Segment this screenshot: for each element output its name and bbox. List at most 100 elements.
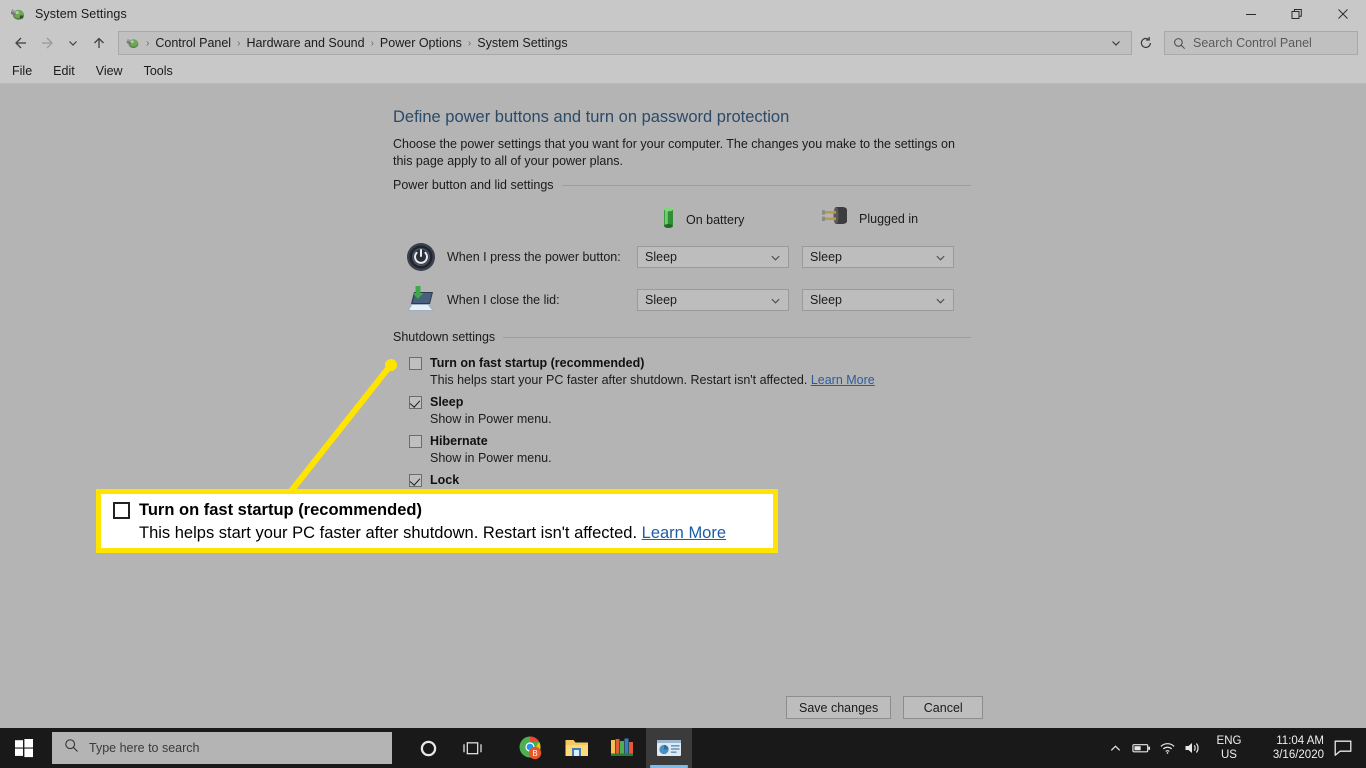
breadcrumb-separator: › <box>467 37 472 49</box>
select-value: Sleep <box>645 250 677 264</box>
page-title: Define power buttons and turn on passwor… <box>393 108 790 126</box>
taskbar: Type here to search B ENG US 11:04 AM 3/… <box>0 728 1366 768</box>
control-panel-icon <box>9 5 27 23</box>
callout-fast-startup-checkbox <box>113 502 130 519</box>
taskbar-search-placeholder: Type here to search <box>89 741 200 755</box>
taskbar-search-input[interactable]: Type here to search <box>52 732 392 764</box>
select-value: Sleep <box>810 250 842 264</box>
breadcrumb-item-control-panel[interactable]: Control Panel <box>151 36 235 50</box>
callout-description-text: This helps start your PC faster after sh… <box>139 524 642 542</box>
group-label: Power button and lid settings <box>393 178 554 192</box>
page-header: Define power buttons and turn on passwor… <box>393 107 973 170</box>
taskbar-app-google-chrome-icon[interactable]: B <box>508 728 554 768</box>
search-placeholder: Search Control Panel <box>1193 36 1312 50</box>
breadcrumb[interactable]: › Control Panel › Hardware and Sound › P… <box>118 31 1132 55</box>
shutdown-settings-list: Turn on fast startup (recommended) This … <box>409 355 979 506</box>
shutdown-item-hibernate: Hibernate Show in Power menu. <box>409 433 979 467</box>
show-hidden-icons-chevron-up-icon[interactable] <box>1102 728 1128 768</box>
setting-row-power-button: When I press the power button: Sleep Sle… <box>405 242 954 272</box>
lock-checkbox[interactable] <box>409 474 422 487</box>
language-line-1: ENG <box>1216 735 1242 747</box>
clock[interactable]: 11:04 AM 3/16/2020 <box>1258 734 1324 762</box>
callout-title: Turn on fast startup (recommended) <box>139 501 422 519</box>
battery-icon <box>660 205 677 234</box>
chevron-down-icon <box>770 295 781 306</box>
language-line-2: US <box>1221 749 1237 761</box>
group-divider <box>561 184 971 186</box>
power-button-plugged-in-select[interactable]: Sleep <box>802 246 954 268</box>
column-on-battery: On battery <box>660 205 744 234</box>
chevron-down-icon <box>935 295 946 306</box>
action-center-icon[interactable] <box>1324 728 1362 768</box>
window-title: System Settings <box>35 7 127 21</box>
address-chevron-down-icon[interactable] <box>1105 37 1127 49</box>
save-changes-button[interactable]: Save changes <box>786 696 892 719</box>
breadcrumb-separator: › <box>370 37 374 49</box>
breadcrumb-item-system-settings[interactable]: System Settings <box>473 36 571 50</box>
select-value: Sleep <box>645 293 677 307</box>
shutdown-item-sleep: Sleep Show in Power menu. <box>409 394 979 428</box>
search-icon <box>1173 37 1186 50</box>
setting-label: When I close the lid: <box>447 293 560 307</box>
checkbox-label[interactable]: Hibernate <box>430 433 488 449</box>
content-area: Define power buttons and turn on passwor… <box>0 85 1366 728</box>
menu-item-tools[interactable]: Tools <box>135 61 182 81</box>
menu-item-edit[interactable]: Edit <box>44 61 84 81</box>
fast-startup-checkbox[interactable] <box>409 357 422 370</box>
learn-more-link[interactable]: Learn More <box>811 373 875 387</box>
back-button[interactable] <box>8 30 34 56</box>
volume-icon[interactable] <box>1180 728 1206 768</box>
power-button-on-battery-select[interactable]: Sleep <box>637 246 789 268</box>
cancel-button[interactable]: Cancel <box>903 696 984 719</box>
callout-learn-more-link: Learn More <box>641 524 727 542</box>
power-button-icon <box>405 241 437 273</box>
search-input[interactable]: Search Control Panel <box>1164 31 1358 55</box>
taskbar-app-control-panel-icon[interactable] <box>646 728 692 768</box>
network-wifi-icon[interactable] <box>1154 728 1180 768</box>
group-divider <box>503 336 971 338</box>
checkbox-description: Show in Power menu. <box>430 451 552 465</box>
battery-icon[interactable] <box>1128 728 1154 768</box>
menu-item-view[interactable]: View <box>87 61 132 81</box>
title-bar: System Settings <box>0 0 1366 28</box>
control-panel-icon <box>125 35 141 51</box>
close-lid-on-battery-select[interactable]: Sleep <box>637 289 789 311</box>
breadcrumb-item-hardware-and-sound[interactable]: Hardware and Sound <box>242 36 368 50</box>
checkbox-label[interactable]: Lock <box>430 472 459 488</box>
close-lid-plugged-in-select[interactable]: Sleep <box>802 289 954 311</box>
task-view-icon[interactable] <box>450 728 494 768</box>
close-button[interactable] <box>1320 0 1366 28</box>
group-header-power-button-and-lid: Power button and lid settings <box>393 178 971 192</box>
page-description: Choose the power settings that you want … <box>393 137 955 168</box>
column-label: On battery <box>686 212 745 227</box>
breadcrumb-separator: › <box>237 37 241 49</box>
refresh-icon[interactable] <box>1132 31 1160 55</box>
recent-locations-chevron-down-icon[interactable] <box>60 30 86 56</box>
select-value: Sleep <box>810 293 842 307</box>
cortana-icon[interactable] <box>406 728 450 768</box>
start-button[interactable] <box>0 728 48 768</box>
breadcrumb-item-power-options[interactable]: Power Options <box>376 36 466 50</box>
breadcrumb-separator: › <box>146 37 150 49</box>
callout-description: This helps start your PC faster after sh… <box>139 523 761 543</box>
shutdown-item-fast-startup: Turn on fast startup (recommended) This … <box>409 355 979 389</box>
restore-button[interactable] <box>1274 0 1320 28</box>
forward-button[interactable] <box>34 30 60 56</box>
menu-item-file[interactable]: File <box>3 61 41 81</box>
chevron-down-icon <box>770 252 781 263</box>
checkbox-label[interactable]: Turn on fast startup (recommended) <box>430 355 644 371</box>
hibernate-checkbox[interactable] <box>409 435 422 448</box>
clock-time: 11:04 AM <box>1276 735 1324 747</box>
taskbar-app-file-explorer-icon[interactable] <box>554 728 600 768</box>
language-indicator[interactable]: ENG US <box>1212 734 1246 762</box>
sleep-checkbox[interactable] <box>409 396 422 409</box>
clock-date: 3/16/2020 <box>1272 749 1324 761</box>
system-tray: ENG US 11:04 AM 3/16/2020 <box>1102 728 1366 768</box>
taskbar-app-paint-3d-icon[interactable] <box>600 728 646 768</box>
annotation-callout: Turn on fast startup (recommended) This … <box>96 489 778 553</box>
up-button[interactable] <box>86 30 112 56</box>
chevron-down-icon <box>935 252 946 263</box>
minimize-button[interactable] <box>1228 0 1274 28</box>
checkbox-label[interactable]: Sleep <box>430 394 463 410</box>
taskbar-apps: B <box>508 728 692 768</box>
